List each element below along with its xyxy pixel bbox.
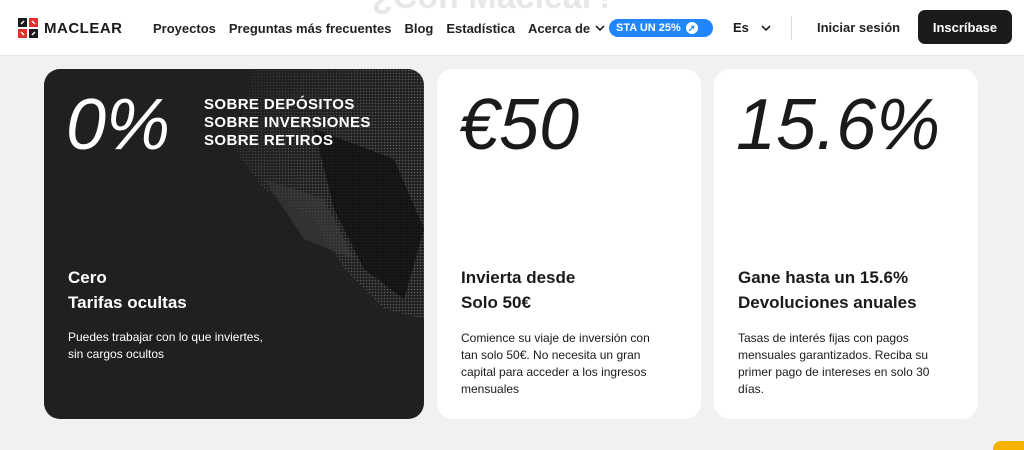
logo-text: MACLEAR: [44, 19, 123, 37]
nav-link-projects[interactable]: Proyectos: [153, 21, 216, 36]
chevron-down-icon: [595, 25, 605, 32]
fee-item-deposits: SOBRE DEPÓSITOS: [204, 96, 355, 113]
chat-widget-button[interactable]: [993, 441, 1024, 450]
nav-link-faq[interactable]: Preguntas más frecuentes: [229, 21, 392, 36]
fee-list: SOBRE DEPÓSITOS SOBRE INVERSIONES SOBRE …: [204, 96, 371, 150]
nav-link-statistics[interactable]: Estadística: [446, 21, 515, 36]
promo-text: STA UN 25%: [616, 22, 681, 34]
card-description: Comience su viaje de inversión con tan s…: [461, 331, 650, 396]
logo[interactable]: MACLEAR: [18, 18, 123, 38]
language-selector[interactable]: Es: [733, 20, 771, 35]
arrow-right-icon: ➚: [685, 22, 698, 34]
nav-link-blog[interactable]: Blog: [404, 21, 433, 36]
feature-card-minimum-investment: €50 Invierta desde Solo 50€ Comience su …: [437, 69, 701, 419]
feature-card-fees: 0% SOBRE DEPÓSITOS SOBRE INVERSIONES SOB…: [44, 69, 424, 419]
language-label: Es: [733, 20, 749, 35]
card-title: Invierta desde Solo 50€: [461, 265, 575, 315]
feature-card-returns: 15.6% Gane hasta un 15.6% Devoluciones a…: [714, 69, 978, 419]
fee-item-investments: SOBRE INVERSIONES: [204, 114, 371, 131]
card-title: Cero Tarifas ocultas: [68, 265, 187, 315]
card-title-line: Tarifas ocultas: [68, 293, 187, 312]
card-description: Tasas de interés fijas con pagos mensual…: [738, 331, 930, 396]
nav-divider: [791, 16, 792, 40]
fee-item-withdrawals: SOBRE RETIROS: [204, 132, 334, 149]
card-title-line: Invierta desde: [461, 268, 576, 287]
top-navigation: ¿Con Maclear? MACLEAR Proyectos Pregunta…: [0, 0, 1024, 56]
fee-percentage: 0%: [66, 85, 171, 165]
maclear-logo-icon: [18, 18, 38, 38]
card-description: Puedes trabajar con lo que inviertes, si…: [68, 330, 263, 361]
login-link[interactable]: Iniciar sesión: [817, 20, 900, 35]
nav-dropdown-about[interactable]: Acerca de: [528, 21, 605, 36]
signup-button[interactable]: Inscríbase: [918, 10, 1012, 44]
return-rate: 15.6%: [736, 85, 941, 165]
chevron-down-icon: [761, 24, 771, 31]
nav-links: Proyectos Preguntas más frecuentes Blog …: [153, 0, 618, 56]
nav-link-about-label: Acerca de: [528, 20, 591, 36]
card-title-line: Devoluciones anuales: [738, 293, 917, 312]
card-title-line: Gane hasta un 15.6%: [738, 268, 909, 287]
card-title: Gane hasta un 15.6% Devoluciones anuales: [738, 265, 917, 315]
promo-banner[interactable]: STA UN 25% ➚: [609, 19, 713, 37]
card-title-line: Cero: [68, 268, 107, 287]
minimum-amount: €50: [459, 85, 580, 165]
card-title-line: Solo 50€: [461, 293, 531, 312]
